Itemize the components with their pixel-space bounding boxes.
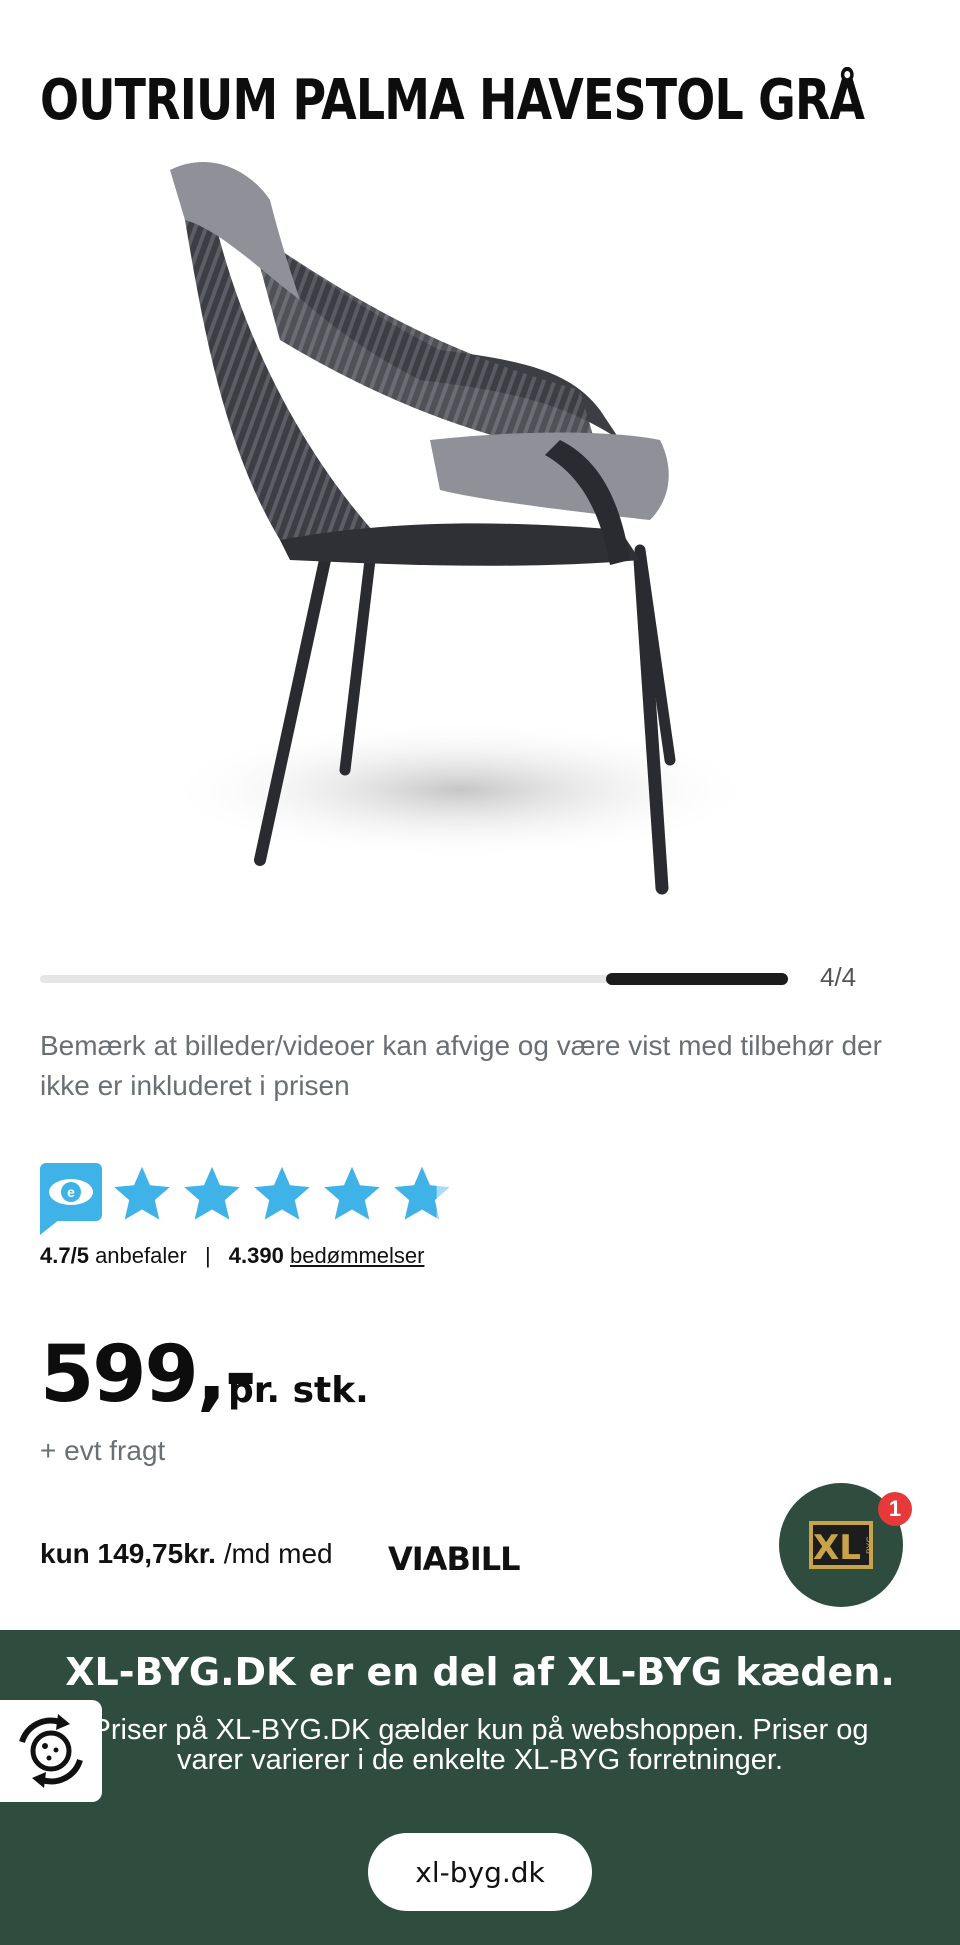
star-icon <box>184 1166 240 1220</box>
svg-text:VIABILL: VIABILL <box>388 1540 520 1574</box>
star-icon <box>114 1166 170 1220</box>
star-icon <box>254 1166 310 1220</box>
product-title: OUTRIUM PALMA HAVESTOL GRÅ <box>40 67 865 133</box>
star-half-icon <box>394 1166 450 1220</box>
cookie-settings-button[interactable] <box>0 1700 102 1802</box>
svg-text:XL: XL <box>813 1528 861 1568</box>
rating-count: 4.390 <box>228 1243 284 1268</box>
rating-separator: | <box>204 1243 211 1268</box>
gallery-progress-thumb[interactable] <box>606 973 788 985</box>
product-image[interactable] <box>140 140 780 920</box>
svg-text:e: e <box>67 1184 75 1200</box>
product-price: 599,- <box>40 1330 257 1420</box>
rating-score: 4.7/5 <box>40 1243 89 1268</box>
installment-info[interactable]: kun 149,75kr. /md med <box>40 1538 333 1570</box>
svg-text:BYG: BYG <box>866 1536 876 1554</box>
eye-review-icon[interactable]: e <box>40 1163 102 1235</box>
installment-suffix: /md med <box>223 1538 333 1569</box>
image-disclaimer: Bemærk at billeder/videoer kan afvige og… <box>40 1030 882 1101</box>
star-icon <box>324 1166 380 1220</box>
reviews-link[interactable]: bedømmelser <box>290 1243 424 1268</box>
gallery-counter: 4/4 <box>820 962 857 992</box>
installment-amount: kun 149,75kr. <box>40 1538 216 1569</box>
banner-title: XL-BYG.DK er en del af XL-BYG kæden. <box>65 1650 895 1694</box>
rating-recommend-label: anbefaler <box>95 1243 187 1268</box>
notification-badge: 1 <box>878 1492 912 1526</box>
xl-byg-site-button[interactable]: xl-byg.dk <box>368 1833 592 1911</box>
viabill-logo: VIABILL <box>388 1540 521 1574</box>
rating-stars <box>110 1162 470 1228</box>
banner-text: Priser på XL-BYG.DK gælder kun på websho… <box>91 1714 869 1776</box>
cookie-settings-icon <box>19 1714 83 1788</box>
freight-note: + evt fragt <box>40 1435 166 1466</box>
price-unit: pr. stk. <box>228 1370 369 1411</box>
rating-summary: 4.7/5 anbefaler | 4.390 bedømmelser <box>40 1243 424 1269</box>
